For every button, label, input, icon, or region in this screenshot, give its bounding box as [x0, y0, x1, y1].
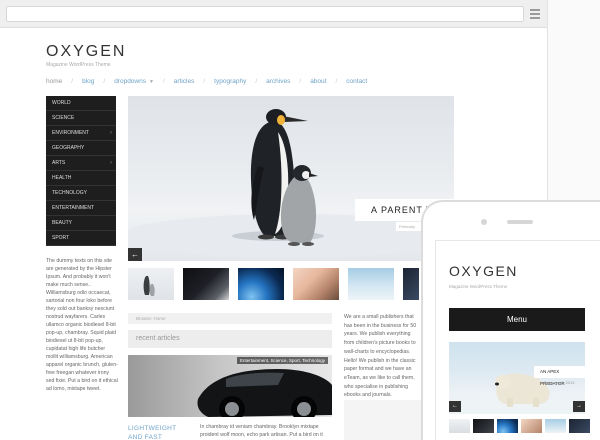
category-label: WORLD: [52, 100, 71, 106]
about-text-widget: We are a small publishers that has been …: [344, 314, 417, 399]
category-item-arts[interactable]: ARTS ›: [46, 156, 116, 171]
polar-bear-photo: [449, 373, 585, 414]
thumbnail-dark-scene[interactable]: [403, 268, 419, 300]
post-title[interactable]: LIGHTWEIGHT AND FAST: [128, 424, 192, 440]
mobile-slider-thumbnails: [449, 419, 593, 433]
hamburger-menu-icon[interactable]: [530, 9, 540, 19]
category-item-science[interactable]: SCIENCE: [46, 111, 116, 126]
mobile-site-title[interactable]: OXYGEN: [449, 263, 518, 279]
category-menu: WORLD SCIENCE ENVIRONMENT › GEOGRAPHY ART…: [46, 96, 116, 246]
category-label: ARTS: [52, 160, 66, 166]
mobile-prev-arrow-icon[interactable]: ←: [449, 401, 461, 412]
phone-speaker-icon: [507, 220, 533, 224]
address-bar[interactable]: [6, 6, 524, 22]
mobile-screen: OXYGEN Magazine WordPress Theme Menu AN …: [435, 240, 600, 440]
nav-item-dropdowns[interactable]: dropdowns: [114, 78, 146, 85]
thumbnail-woman[interactable]: [293, 268, 339, 300]
nav-item-about[interactable]: about: [310, 78, 326, 85]
nav-item-archives[interactable]: archives: [266, 78, 290, 85]
category-label: TECHNOLOGY: [52, 190, 88, 196]
category-label: GEOGRAPHY: [52, 145, 85, 151]
nav-item-home[interactable]: home: [46, 78, 62, 85]
mobile-featured-slider[interactable]: AN APEX PREDATOR February 5, 2013 ← →: [449, 342, 585, 414]
mobile-device: OXYGEN Magazine WordPress Theme Menu AN …: [421, 200, 600, 440]
category-item-sport[interactable]: SPORT: [46, 231, 116, 246]
category-item-world[interactable]: WORLD: [46, 96, 116, 111]
mobile-slide-date: February 5, 2013: [544, 380, 575, 385]
mobile-slide-caption[interactable]: AN APEX PREDATOR: [534, 366, 585, 386]
slider-prev-arrow-icon[interactable]: ←: [128, 248, 142, 261]
phone-camera-icon: [481, 219, 487, 225]
category-item-beauty[interactable]: BEAUTY: [46, 216, 116, 231]
thumbnail-planet[interactable]: [238, 268, 284, 300]
category-item-technology[interactable]: TECHNOLOGY: [46, 186, 116, 201]
mobile-thumb-dark-scene[interactable]: [569, 419, 590, 433]
nav-item-contact[interactable]: contact: [346, 78, 367, 85]
featured-slider[interactable]: A PARENT THE February ←: [128, 96, 454, 261]
chevron-right-icon: ›: [110, 130, 112, 136]
mobile-thumb-penguins[interactable]: [449, 419, 470, 433]
nav-separator: /: [299, 78, 302, 85]
mobile-menu-button[interactable]: Menu: [449, 308, 585, 331]
nav-separator: /: [335, 78, 338, 85]
thumbnail-portrait-dark[interactable]: [183, 268, 229, 300]
primary-nav: home / blog / dropdowns ▼ / articles / ty…: [46, 78, 367, 85]
nav-separator: /: [203, 78, 206, 85]
category-label: SPORT: [52, 235, 70, 241]
nav-item-blog[interactable]: blog: [82, 78, 94, 85]
category-item-health[interactable]: HEALTH: [46, 171, 116, 186]
category-item-environment[interactable]: ENVIRONMENT ›: [46, 126, 116, 141]
mobile-site-tagline: Magazine WordPress Theme: [449, 284, 508, 289]
recent-articles-heading: recent articles: [128, 330, 332, 348]
showcase-stage: OXYGEN Magazine WordPress Theme home / b…: [0, 0, 600, 440]
category-label: ENVIRONMENT: [52, 130, 89, 136]
mobile-thumb-polar-bear[interactable]: [545, 419, 566, 433]
nav-item-articles[interactable]: articles: [174, 78, 195, 85]
penguin-thumb-image: [143, 276, 155, 296]
category-label: BEAUTY: [52, 220, 73, 226]
category-label: ENTERTAINMENT: [52, 205, 95, 211]
category-item-entertainment[interactable]: ENTERTAINMENT: [46, 201, 116, 216]
site-title[interactable]: OXYGEN: [46, 43, 126, 61]
thumbnail-polar-bear[interactable]: [348, 268, 394, 300]
breadcrumb[interactable]: Browse: Home: [128, 313, 332, 324]
penguins-photo: [128, 109, 454, 258]
nav-separator: /: [71, 78, 74, 85]
nav-item-typography[interactable]: typography: [214, 78, 246, 85]
nav-separator: /: [103, 78, 106, 85]
sidebar-text-widget: The dummy texts on this site are generat…: [46, 258, 118, 392]
site-tagline: Magazine WordPress Theme: [46, 62, 111, 68]
browser-toolbar: [0, 0, 547, 28]
car-photo: [197, 369, 332, 417]
slider-thumbnails: [128, 268, 428, 300]
chevron-down-icon: ▼: [149, 78, 154, 85]
nav-separator: /: [162, 78, 165, 85]
category-item-geography[interactable]: GEOGRAPHY: [46, 141, 116, 156]
thumbnail-penguins[interactable]: [128, 268, 174, 300]
mobile-thumb-dark[interactable]: [473, 419, 494, 433]
mobile-thumb-woman[interactable]: [521, 419, 542, 433]
mobile-thumb-planet[interactable]: [497, 419, 518, 433]
nav-separator: /: [255, 78, 258, 85]
mobile-next-arrow-icon[interactable]: →: [573, 401, 585, 412]
post-tags[interactable]: Entertainment, Science, Sport, Technolog…: [237, 357, 328, 364]
chevron-right-icon: ›: [110, 160, 112, 166]
post-featured-image[interactable]: Entertainment, Science, Sport, Technolog…: [128, 355, 332, 417]
category-label: HEALTH: [52, 175, 72, 181]
sidebar-widget-box: [344, 400, 422, 440]
category-label: SCIENCE: [52, 115, 75, 121]
post-excerpt: In chambray id veniam chambray. Brooklyn…: [200, 424, 323, 438]
